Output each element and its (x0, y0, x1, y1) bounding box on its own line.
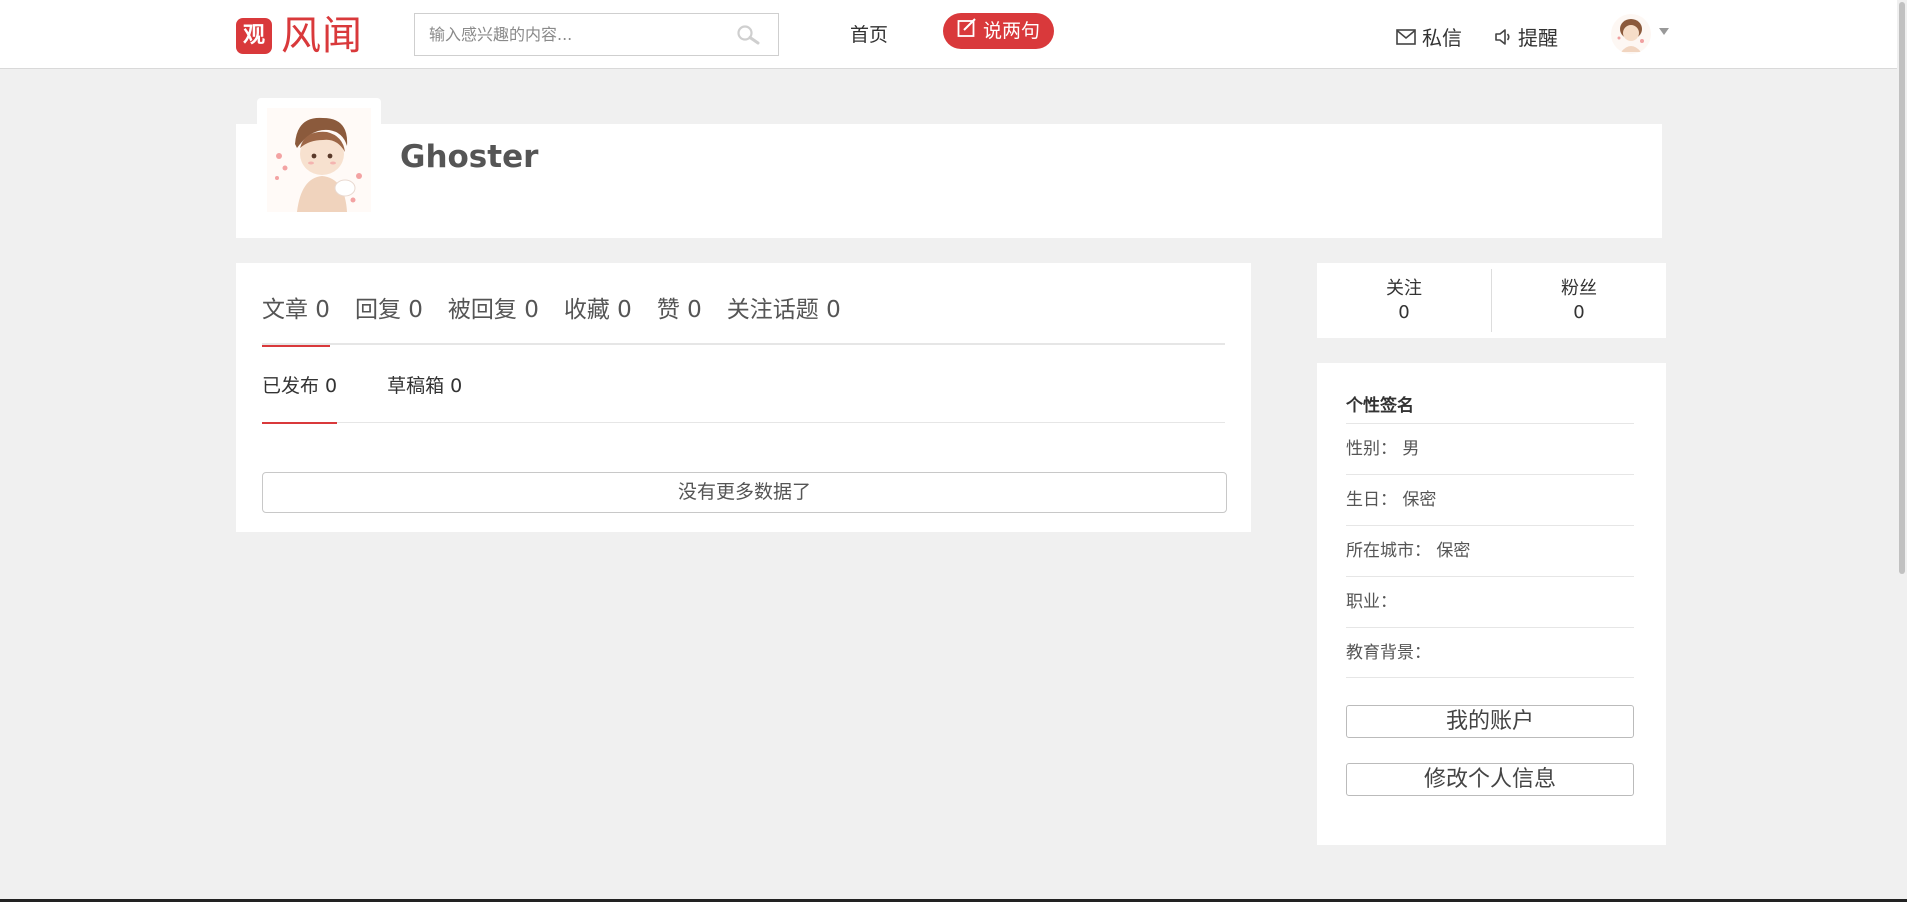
search-input[interactable] (415, 14, 715, 55)
tab-followed-topics[interactable]: 关注话题 0 (727, 293, 841, 345)
scrollbar-thumb[interactable] (1899, 2, 1905, 574)
following-label: 关注 (1386, 278, 1422, 299)
no-more-data-button[interactable]: 没有更多数据了 (262, 472, 1227, 513)
info-birthday: 生日： 保密 (1346, 474, 1634, 525)
tab-replies[interactable]: 回复 0 (355, 293, 423, 345)
info-city: 所在城市： 保密 (1346, 525, 1634, 576)
signature-title: 个性签名 (1346, 396, 1414, 416)
profile-username: Ghoster (400, 139, 539, 175)
personal-info-list: 性别： 男 生日： 保密 所在城市： 保密 职业： 教育背景： (1346, 423, 1634, 678)
search-icon[interactable] (736, 24, 760, 46)
speaker-icon (1495, 28, 1510, 45)
info-education: 教育背景： (1346, 627, 1634, 678)
subtab-drafts[interactable]: 草稿箱 0 (387, 371, 462, 423)
messages-label: 私信 (1422, 26, 1462, 50)
my-account-button[interactable]: 我的账户 (1346, 705, 1634, 738)
logo-mark-icon: 观 (236, 18, 272, 54)
followers-label: 粉丝 (1561, 278, 1597, 299)
page-scrollbar[interactable] (1897, 0, 1907, 902)
avatar-image-icon (1611, 14, 1651, 54)
mail-icon (1396, 28, 1416, 45)
tab-articles[interactable]: 文章 0 (262, 293, 330, 347)
follow-stats-card: 关注 0 粉丝 0 (1317, 263, 1666, 338)
profile-avatar-image-icon (267, 108, 371, 212)
followers-count: 0 (1573, 302, 1585, 323)
chevron-down-icon[interactable] (1659, 28, 1669, 35)
reminders-label: 提醒 (1518, 26, 1558, 50)
nav-home-link[interactable]: 首页 (850, 20, 888, 47)
following-stat[interactable]: 关注 0 (1317, 263, 1491, 338)
followers-stat[interactable]: 粉丝 0 (1492, 263, 1666, 338)
following-count: 0 (1398, 302, 1410, 323)
messages-link[interactable]: 私信 (1396, 22, 1462, 51)
info-gender: 性别： 男 (1346, 423, 1634, 474)
activity-tabs: 文章 0 回复 0 被回复 0 收藏 0 赞 0 关注话题 0 (262, 293, 1225, 347)
top-nav-bar: 观 风闻 首页 说两句 私信 提醒 (0, 0, 1907, 69)
logo-text: 风闻 (281, 13, 363, 59)
site-logo[interactable]: 观 风闻 (236, 13, 363, 59)
tab-received-replies[interactable]: 被回复 0 (448, 293, 539, 345)
post-button[interactable]: 说两句 (943, 13, 1054, 49)
profile-avatar (257, 98, 381, 222)
tab-favorites[interactable]: 收藏 0 (564, 293, 632, 345)
article-subtabs: 已发布 0 草稿箱 0 (262, 371, 1225, 424)
user-avatar[interactable] (1611, 14, 1651, 54)
tab-likes[interactable]: 赞 0 (657, 293, 702, 345)
search-box (414, 13, 779, 56)
content-card: 文章 0 回复 0 被回复 0 收藏 0 赞 0 关注话题 0 已发布 0 草稿… (236, 263, 1251, 532)
info-occupation: 职业： (1346, 576, 1634, 627)
edit-icon (957, 18, 976, 37)
subtab-published[interactable]: 已发布 0 (262, 371, 338, 424)
post-button-label: 说两句 (982, 20, 1040, 42)
reminders-link[interactable]: 提醒 (1494, 22, 1558, 51)
edit-profile-button[interactable]: 修改个人信息 (1346, 763, 1634, 796)
personal-info-card: 个性签名 性别： 男 生日： 保密 所在城市： 保密 职业： 教育背景： 我的账… (1317, 363, 1666, 845)
